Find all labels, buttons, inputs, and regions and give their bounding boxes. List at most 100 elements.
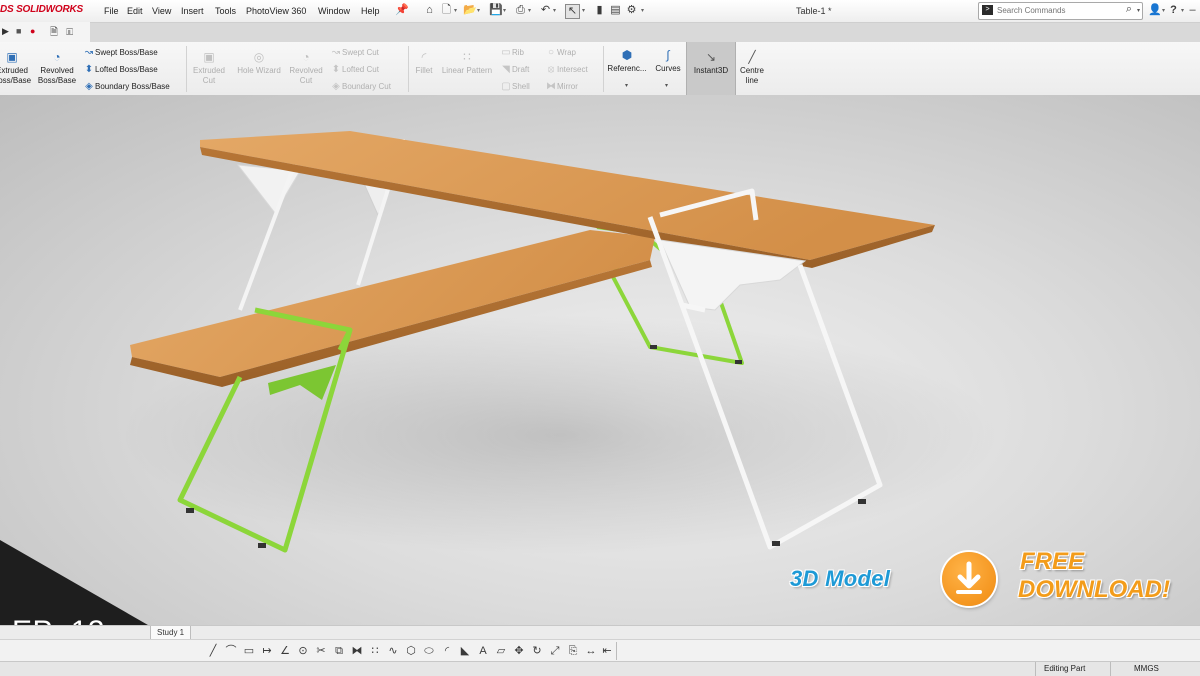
fillet-button[interactable]: ◜ Fillet xyxy=(410,50,438,76)
mirror-label: Mirror xyxy=(557,82,578,91)
extruded-boss-label: Extruded Boss/Base xyxy=(0,66,32,85)
search-input[interactable] xyxy=(997,4,1112,17)
record-icon[interactable]: ● xyxy=(30,26,35,36)
linear-pattern-button[interactable]: ∷ Linear Pattern xyxy=(438,50,496,76)
pin-icon[interactable]: 📌 xyxy=(395,4,409,17)
rib-button[interactable]: ▭Rib xyxy=(500,47,524,58)
open-folder-icon[interactable]: 📂 xyxy=(463,4,477,17)
search-icon[interactable]: ⌕ xyxy=(1126,3,1132,16)
menu-view[interactable]: View xyxy=(152,6,171,16)
rotate-icon[interactable]: ↻ xyxy=(530,644,544,658)
extruded-cut-button[interactable]: ▣ Extruded Cut xyxy=(188,50,230,86)
traffic-light-icon[interactable]: ▮ xyxy=(593,4,606,17)
reference-geometry-button[interactable]: ⬢ Referenc... xyxy=(605,48,649,74)
text-icon[interactable]: A xyxy=(476,644,490,658)
point-icon[interactable]: ⊙ xyxy=(296,644,310,658)
fillet-sketch-icon[interactable]: ◜ xyxy=(440,644,454,658)
user-icon[interactable]: 👤 xyxy=(1148,4,1162,17)
status-units[interactable]: MMGS xyxy=(1134,664,1159,673)
wrap-button[interactable]: ○ Wrap xyxy=(545,47,576,58)
play-icon[interactable]: ▶ xyxy=(2,26,9,37)
move-icon[interactable]: ✥ xyxy=(512,644,526,658)
gear-icon[interactable]: ⚙ xyxy=(625,4,638,17)
save-icon[interactable]: 💾 xyxy=(489,4,503,17)
slot-icon[interactable]: ⬭ xyxy=(422,644,436,658)
file-properties-icon[interactable]: ▤ xyxy=(609,4,622,17)
copy-icon[interactable]: ⎘ xyxy=(566,644,580,658)
offset-icon[interactable]: ⧉ xyxy=(332,644,346,658)
chevron-down-icon[interactable]: ▾ xyxy=(625,82,628,89)
revolved-boss-button[interactable]: ◔ Revolved Boss/Base xyxy=(36,50,78,86)
chevron-down-icon[interactable]: ▾ xyxy=(454,7,457,14)
menu-window[interactable]: Window xyxy=(318,6,350,16)
revolved-cut-button[interactable]: ◔ Revolved Cut xyxy=(286,50,326,86)
scale-icon[interactable]: ⤢ xyxy=(548,644,562,658)
swept-boss-button[interactable]: ↝ Swept Boss/Base xyxy=(83,47,158,58)
hole-wizard-button[interactable]: ◎ Hole Wizard xyxy=(232,50,286,76)
lofted-boss-button[interactable]: ⬍ Lofted Boss/Base xyxy=(83,64,158,75)
curves-button[interactable]: ∫ Curves xyxy=(651,48,685,74)
chevron-down-icon[interactable]: ▾ xyxy=(503,7,506,14)
menu-help[interactable]: Help xyxy=(361,6,380,16)
boundary-cut-button[interactable]: ◈ Boundary Cut xyxy=(330,81,391,92)
intersect-button[interactable]: ⦻ Intersect xyxy=(545,64,588,75)
menu-tools[interactable]: Tools xyxy=(215,6,236,16)
measure-icon[interactable]: ⇤ xyxy=(600,644,614,658)
stop-icon[interactable]: ■ xyxy=(16,26,21,36)
pattern-icon[interactable]: ∷ xyxy=(368,644,382,658)
centre-line-button[interactable]: ╱ Centre line xyxy=(736,50,768,86)
home-icon[interactable]: ⌂ xyxy=(423,4,436,17)
dimension-icon[interactable]: ↦ xyxy=(260,644,274,658)
line-icon[interactable]: ╱ xyxy=(206,644,220,658)
macro-strip: ▶ ■ ● 🗎 🗉 xyxy=(0,22,90,42)
relation-icon[interactable]: ∠ xyxy=(278,644,292,658)
shell-button[interactable]: ▢Shell xyxy=(500,81,530,92)
lofted-cut-button[interactable]: ⬍ Lofted Cut xyxy=(330,64,379,75)
select-cursor-icon[interactable]: ↖ xyxy=(565,4,580,19)
new-document-icon[interactable]: 🗋 xyxy=(440,4,453,17)
download-icon[interactable] xyxy=(942,552,996,606)
menu-photoview[interactable]: PhotoView 360 xyxy=(246,6,306,16)
mirror-button[interactable]: ⧓Mirror xyxy=(545,81,578,92)
mirror-icon: ⧓ xyxy=(546,81,556,92)
chevron-down-icon[interactable]: ▾ xyxy=(582,7,585,14)
macro-edit-icon[interactable]: 🗉 xyxy=(66,25,73,42)
tab-study[interactable]: Study 1 xyxy=(150,626,192,640)
rectangle-icon[interactable]: ▭ xyxy=(242,644,256,658)
undo-icon[interactable]: ↶ xyxy=(539,4,552,17)
draft-button[interactable]: ◥ Draft xyxy=(500,64,529,75)
search-commands-box[interactable]: > ⌕ ▾ xyxy=(978,2,1143,20)
minimize-icon[interactable]: – xyxy=(1186,4,1199,17)
chevron-down-icon[interactable]: ▾ xyxy=(477,7,480,14)
chevron-down-icon[interactable]: ▾ xyxy=(665,82,668,89)
graphics-viewport[interactable] xyxy=(0,95,1200,625)
polygon-icon[interactable]: ⬡ xyxy=(404,644,418,658)
boundary-boss-button[interactable]: ◈ Boundary Boss/Base xyxy=(83,81,170,92)
extruded-boss-button[interactable]: ▣ Extruded Boss/Base xyxy=(0,50,34,86)
trim-icon[interactable]: ✂ xyxy=(314,644,328,658)
menu-edit[interactable]: Edit xyxy=(127,6,143,16)
spline-icon[interactable]: ∿ xyxy=(386,644,400,658)
arc-icon[interactable]: ⌒ xyxy=(224,644,238,658)
chevron-down-icon[interactable]: ▾ xyxy=(553,7,556,14)
stretch-icon[interactable]: ↔ xyxy=(584,644,598,658)
menu-insert[interactable]: Insert xyxy=(181,6,204,16)
command-prompt-icon: > xyxy=(982,5,993,15)
macro-new-icon[interactable]: 🗎 xyxy=(50,25,58,42)
mirror-entities-icon[interactable]: ⧓ xyxy=(350,644,364,658)
chevron-down-icon[interactable]: ▾ xyxy=(641,7,644,14)
chamfer-icon[interactable]: ◣ xyxy=(458,644,472,658)
table-3d-model[interactable] xyxy=(0,95,1200,625)
chevron-down-icon[interactable]: ▾ xyxy=(1137,7,1140,14)
boundary-icon: ◈ xyxy=(85,81,93,92)
print-icon[interactable]: ⎙ xyxy=(514,4,527,17)
plane-icon[interactable]: ▱ xyxy=(494,644,508,658)
chevron-down-icon[interactable]: ▾ xyxy=(1181,7,1184,14)
menu-file[interactable]: File xyxy=(104,6,119,16)
chevron-down-icon[interactable]: ▾ xyxy=(528,7,531,14)
swept-cut-button[interactable]: ↝ Swept Cut xyxy=(330,47,379,58)
feature-ribbon: ▣ Extruded Boss/Base ◔ Revolved Boss/Bas… xyxy=(0,42,1200,96)
instant3d-button[interactable]: ↘ Instant3D xyxy=(686,42,736,95)
chevron-down-icon[interactable]: ▾ xyxy=(1162,7,1165,14)
help-icon[interactable]: ? xyxy=(1167,4,1180,17)
